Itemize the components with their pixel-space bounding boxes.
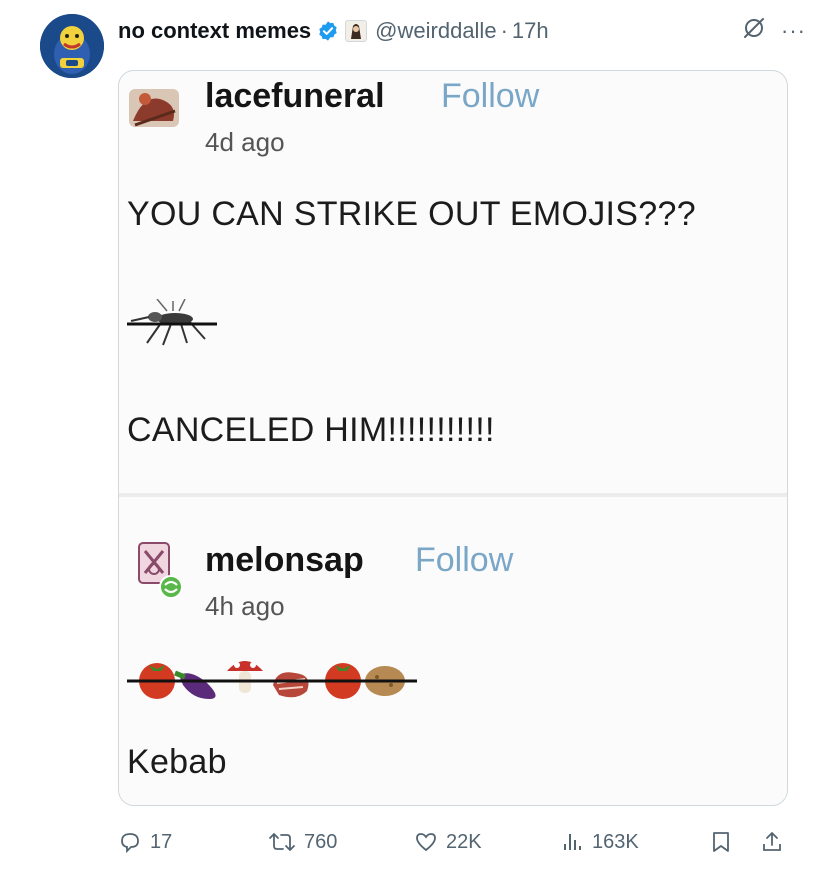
post1-time: 4d ago [205, 127, 285, 157]
post1-username: lacefuneral [205, 77, 385, 115]
repost-count: 760 [304, 830, 338, 853]
verified-badge-icon [317, 20, 339, 42]
tweet-header: no context memes @weirddalle · 17h ··· [118, 16, 806, 46]
header-actions: ··· [741, 16, 806, 46]
struck-mosquito-emoji [127, 298, 217, 349]
views-count: 163K [592, 830, 639, 853]
timestamp[interactable]: 17h [512, 18, 549, 44]
post1-follow: Follow [441, 77, 540, 115]
reply-icon [121, 833, 139, 854]
separator-dot: · [500, 18, 508, 43]
lacefuneral-avatar [125, 81, 183, 131]
grok-icon[interactable] [741, 15, 767, 47]
reply-count: 17 [150, 830, 173, 853]
repost-icon [269, 833, 295, 851]
display-name[interactable]: no context memes [118, 18, 311, 44]
like-button[interactable]: 22K [414, 830, 482, 854]
meat-emoji [273, 672, 309, 698]
post1-text-line1: YOU CAN STRIKE OUT EMOJIS??? [127, 195, 696, 233]
views-icon [564, 834, 581, 850]
melonsap-avatar [131, 539, 191, 599]
repost-button[interactable]: 760 [268, 830, 337, 854]
handle[interactable]: @weirddalle [375, 18, 496, 44]
post2-follow: Follow [415, 541, 514, 579]
post-separator [119, 493, 787, 497]
struck-kebab-emojis [127, 653, 423, 705]
post1-text-line2: CANCELED HIM!!!!!!!!!!! [127, 411, 495, 449]
post2-time: 4h ago [205, 591, 285, 621]
avatar-mascot-icon [40, 14, 104, 78]
tweet: no context memes @weirddalle · 17h ··· l… [0, 0, 836, 880]
heart-icon [416, 833, 436, 852]
affiliation-icon[interactable] [345, 20, 368, 42]
bookmark-button[interactable] [710, 830, 732, 854]
share-icon [763, 832, 781, 851]
tweet-actions: 17 760 22K 163K [118, 824, 786, 860]
eggplant-emoji [174, 670, 216, 699]
reply-button[interactable]: 17 [118, 830, 172, 854]
mushroom-emoji [227, 661, 263, 693]
bookmark-icon [713, 832, 729, 852]
views-button[interactable]: 163K [562, 830, 639, 854]
like-count: 22K [446, 830, 482, 853]
share-button[interactable] [760, 830, 784, 854]
post2-username: melonsap [205, 541, 364, 579]
avatar[interactable] [40, 14, 104, 78]
post2-text: Kebab [127, 743, 227, 781]
more-options-icon[interactable]: ··· [781, 18, 806, 44]
tweet-media-image[interactable]: lacefuneral Follow 4d ago YOU CAN STRIKE… [118, 70, 788, 806]
